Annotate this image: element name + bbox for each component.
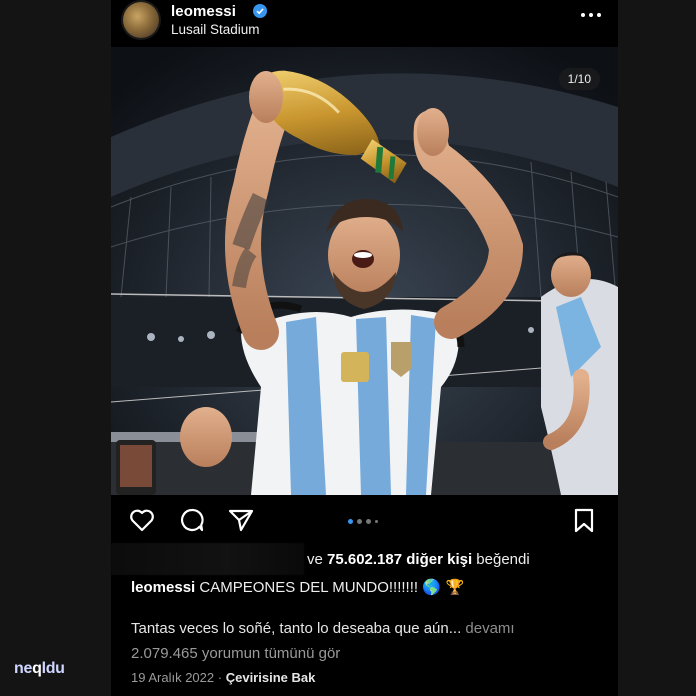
- caption-username[interactable]: leomessi: [131, 579, 195, 596]
- date-row: 19 Aralık 2022 · Çevirisine Bak: [131, 670, 315, 685]
- more-options-icon[interactable]: [580, 8, 602, 22]
- watermark-part2: q: [32, 660, 42, 677]
- share-icon[interactable]: [226, 505, 256, 535]
- instagram-post: leomessi Lusail Stadium 1/10 ve 75.602.1…: [111, 0, 618, 696]
- comment-icon[interactable]: [177, 505, 207, 535]
- caption-more-link[interactable]: devamı: [465, 620, 514, 637]
- post-location[interactable]: Lusail Stadium: [171, 22, 260, 37]
- view-comments-link[interactable]: 2.079.465 yorumun tümünü gör: [131, 645, 340, 662]
- avatar[interactable]: [123, 2, 159, 38]
- blurred-liker-names: [111, 543, 304, 575]
- verified-badge-icon: [253, 4, 267, 18]
- likes-count[interactable]: 75.602.187 diğer kişi: [327, 551, 472, 568]
- translate-link[interactable]: Çevirisine Bak: [226, 670, 316, 685]
- heart-icon[interactable]: [127, 505, 157, 535]
- bookmark-icon[interactable]: [569, 505, 599, 535]
- likes-summary[interactable]: ve 75.602.187 diğer kişi beğendi: [307, 551, 530, 568]
- caption-continued: Tantas veces lo soñé, tanto lo deseaba q…: [131, 620, 515, 637]
- date-separator: ·: [217, 670, 223, 685]
- caption-emoji: 🌎 🏆: [422, 578, 465, 596]
- slide-counter: 1/10: [558, 68, 600, 90]
- likes-suffix: beğendi: [476, 551, 530, 568]
- watermark-part1: ne: [14, 660, 33, 677]
- caption-line: leomessi CAMPEONES DEL MUNDO!!!!!!! 🌎 🏆: [131, 578, 464, 596]
- post-actions: [111, 505, 618, 539]
- post-header: leomessi Lusail Stadium: [111, 0, 618, 46]
- likes-prefix: ve: [307, 551, 323, 568]
- watermark-part3: ldu: [41, 660, 65, 677]
- post-username[interactable]: leomessi: [171, 3, 236, 20]
- trophy-celebration-image: [111, 47, 618, 495]
- carousel-indicator: [348, 518, 378, 524]
- post-date: 19 Aralık 2022: [131, 670, 215, 685]
- caption-text: CAMPEONES DEL MUNDO!!!!!!!: [199, 579, 419, 596]
- post-image[interactable]: 1/10: [111, 47, 618, 495]
- carousel-dot: [366, 518, 371, 524]
- site-watermark: neqldu: [14, 660, 65, 678]
- carousel-dot-active: [348, 518, 353, 524]
- carousel-dot: [375, 519, 378, 523]
- carousel-dot: [357, 518, 362, 524]
- caption-second-line: Tantas veces lo soñé, tanto lo deseaba q…: [131, 620, 462, 637]
